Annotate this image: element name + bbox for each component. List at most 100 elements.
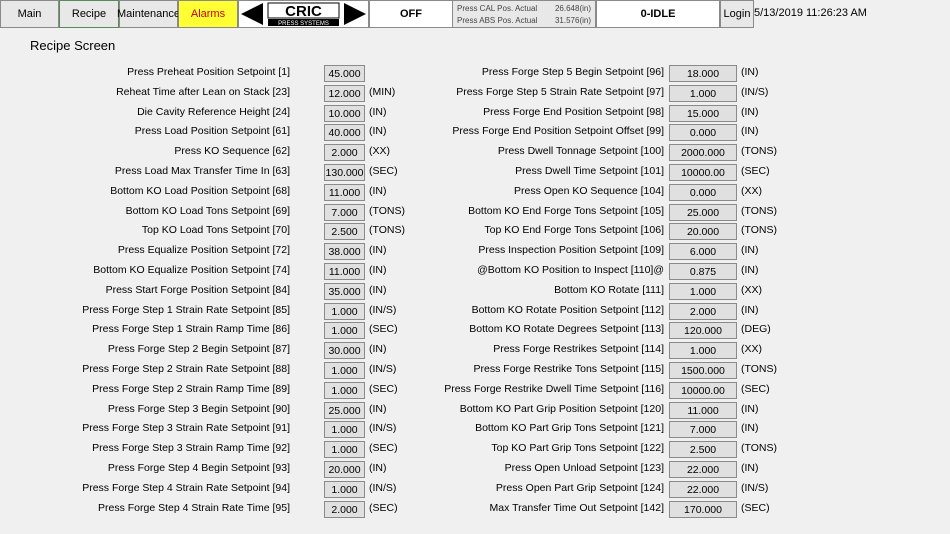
setpoint-label: Bottom KO Part Grip Position Setpoint [1… xyxy=(459,403,664,415)
setpoint-value-field[interactable]: 1.000 xyxy=(669,342,737,359)
setpoint-row: Press Dwell Tonnage Setpoint [100] 2000.0… xyxy=(0,144,950,161)
company-logo: CRIC PRESS SYSTEMS xyxy=(238,0,369,28)
setpoint-label: Max Transfer Time Out Setpoint [142] xyxy=(489,502,665,514)
mode-status: OFF xyxy=(369,0,453,28)
setpoint-value-field[interactable]: 1.000 xyxy=(669,283,737,300)
datetime-display: 5/13/2019 11:26:23 AM xyxy=(754,7,867,19)
setpoint-label: Press Dwell Tonnage Setpoint [100] xyxy=(497,145,664,157)
setpoint-unit: (SEC) xyxy=(741,383,770,395)
nav-main-button[interactable]: Main xyxy=(0,0,59,28)
setpoint-value-field[interactable]: 0.000 xyxy=(669,184,737,201)
setpoint-value-field[interactable]: 25.000 xyxy=(669,204,737,221)
setpoint-label: Press Forge Step 5 Strain Rate Setpoint … xyxy=(456,86,664,98)
cal-pos-label: Press CAL Pos. Actual xyxy=(457,4,538,13)
setpoint-unit: (SEC) xyxy=(741,502,770,514)
setpoint-unit: (TONS) xyxy=(741,363,777,375)
setpoint-value-field[interactable]: 6.000 xyxy=(669,243,737,260)
setpoint-unit: (IN) xyxy=(741,125,759,137)
setpoint-unit: (IN) xyxy=(741,264,759,276)
setpoint-value-field[interactable]: 170.000 xyxy=(669,501,737,518)
setpoint-label: @Bottom KO Position to Inspect [110]@ xyxy=(477,264,664,276)
setpoint-row: Press Forge Restrike Dwell Time Setpoint… xyxy=(0,382,950,399)
logo-text: CRIC xyxy=(285,3,322,20)
setpoint-row: Press Forge Restrikes Setpoint [114] 1.00… xyxy=(0,342,950,359)
setpoint-unit: (XX) xyxy=(741,185,762,197)
setpoint-row: Bottom KO Rotate [111] 1.000 (XX) xyxy=(0,283,950,300)
setpoint-unit: (IN) xyxy=(741,422,759,434)
setpoint-row: @Bottom KO Position to Inspect [110]@ 0.8… xyxy=(0,263,950,280)
login-button[interactable]: Login xyxy=(720,0,754,28)
setpoint-value-field[interactable]: 2.000 xyxy=(669,303,737,320)
page-title: Recipe Screen xyxy=(30,38,116,53)
setpoint-value-field[interactable]: 20.000 xyxy=(669,223,737,240)
abs-pos-label: Press ABS Pos. Actual xyxy=(457,16,538,25)
setpoint-row: Press Forge End Position Setpoint Offset… xyxy=(0,124,950,141)
setpoint-value-field[interactable]: 10000.00 xyxy=(669,382,737,399)
setpoint-row: Bottom KO Rotate Position Setpoint [112]… xyxy=(0,303,950,320)
setpoint-unit: (TONS) xyxy=(741,224,777,236)
setpoint-unit: (IN) xyxy=(741,462,759,474)
setpoint-label: Press Inspection Position Setpoint [109] xyxy=(478,244,664,256)
setpoint-unit: (XX) xyxy=(741,343,762,355)
setpoint-unit: (IN) xyxy=(741,66,759,78)
nav-maintenance-button[interactable]: Maintenance xyxy=(117,0,180,28)
setpoint-unit: (IN) xyxy=(741,403,759,415)
setpoint-row: Top KO End Forge Tons Setpoint [106] 20.0… xyxy=(0,223,950,240)
setpoint-label: Bottom KO Rotate Position Setpoint [112] xyxy=(471,304,664,316)
setpoint-value-field[interactable]: 11.000 xyxy=(669,402,737,419)
setpoint-value-field[interactable]: 18.000 xyxy=(669,65,737,82)
setpoint-label: Bottom KO Part Grip Tons Setpoint [121] xyxy=(475,422,664,434)
setpoint-value-field[interactable]: 120.000 xyxy=(669,322,737,339)
left-arrow-icon xyxy=(241,3,263,25)
setpoint-unit: (IN) xyxy=(741,244,759,256)
setpoint-label: Top KO End Forge Tons Setpoint [106] xyxy=(484,224,664,236)
setpoint-value-field[interactable]: 2000.000 xyxy=(669,144,737,161)
logo-graphic: CRIC PRESS SYSTEMS xyxy=(241,2,366,27)
top-toolbar: Main Recipe Maintenance Alarms CRIC PRES… xyxy=(0,0,950,29)
setpoint-label: Press Open Part Grip Setpoint [124] xyxy=(495,482,664,494)
setpoint-value-field[interactable]: 15.000 xyxy=(669,105,737,122)
setpoint-label: Press Forge End Position Setpoint Offset… xyxy=(452,125,664,137)
setpoint-label: Top KO Part Grip Tons Setpoint [122] xyxy=(491,442,664,454)
setpoint-row: Press Forge End Position Setpoint [98] 15… xyxy=(0,105,950,122)
setpoint-value-field[interactable]: 1500.000 xyxy=(669,362,737,379)
setpoint-unit: (XX) xyxy=(741,284,762,296)
setpoint-unit: (IN/S) xyxy=(741,482,769,494)
setpoint-value-field[interactable]: 22.000 xyxy=(669,481,737,498)
setpoint-row: Press Forge Step 5 Begin Setpoint [96] 18… xyxy=(0,65,950,82)
setpoint-label: Press Open Unload Setpoint [123] xyxy=(504,462,664,474)
cal-pos-value: 26.648(in) xyxy=(554,4,591,13)
setpoint-row: Top KO Part Grip Tons Setpoint [122] 2.50… xyxy=(0,441,950,458)
logo-subtext: PRESS SYSTEMS xyxy=(278,21,329,27)
setpoint-value-field[interactable]: 22.000 xyxy=(669,461,737,478)
setpoint-unit: (DEG) xyxy=(741,323,771,335)
setpoint-value-field[interactable]: 0.875 xyxy=(669,263,737,280)
setpoint-label: Press Forge End Position Setpoint [98] xyxy=(483,106,664,118)
setpoint-value-field[interactable]: 7.000 xyxy=(669,421,737,438)
setpoint-unit: (IN) xyxy=(741,304,759,316)
setpoint-value-field[interactable]: 0.000 xyxy=(669,124,737,141)
setpoint-label: Press Forge Step 5 Begin Setpoint [96] xyxy=(481,66,664,78)
machine-state-status: 0-IDLE xyxy=(596,0,720,28)
setpoint-row: Press Inspection Position Setpoint [109]… xyxy=(0,243,950,260)
setpoint-row: Bottom KO Rotate Degrees Setpoint [113] 1… xyxy=(0,322,950,339)
setpoint-value-field[interactable]: 1.000 xyxy=(669,85,737,102)
position-readout: Press CAL Pos. Actual 26.648(in) Press A… xyxy=(452,0,596,28)
setpoint-label: Bottom KO Rotate Degrees Setpoint [113] xyxy=(469,323,664,335)
setpoint-label: Press Forge Restrikes Setpoint [114] xyxy=(493,343,664,355)
nav-alarms-button[interactable]: Alarms xyxy=(178,0,238,28)
setpoint-unit: (TONS) xyxy=(741,205,777,217)
setpoint-row: Press Open Part Grip Setpoint [124] 22.00… xyxy=(0,481,950,498)
right-arrow-icon xyxy=(344,3,366,25)
setpoint-row: Bottom KO Part Grip Tons Setpoint [121] 7… xyxy=(0,421,950,438)
setpoint-unit: (IN) xyxy=(741,106,759,118)
setpoint-value-field[interactable]: 2.500 xyxy=(669,441,737,458)
setpoint-unit: (TONS) xyxy=(741,145,777,157)
setpoint-unit: (SEC) xyxy=(741,165,770,177)
setpoint-label: Bottom KO Rotate [111] xyxy=(554,284,664,296)
setpoint-value-field[interactable]: 10000.00 xyxy=(669,164,737,181)
nav-recipe-button[interactable]: Recipe xyxy=(59,0,119,28)
setpoint-unit: (TONS) xyxy=(741,442,777,454)
setpoint-label: Press Forge Restrike Tons Setpoint [115] xyxy=(473,363,664,375)
setpoint-label: Bottom KO End Forge Tons Setpoint [105] xyxy=(468,205,664,217)
